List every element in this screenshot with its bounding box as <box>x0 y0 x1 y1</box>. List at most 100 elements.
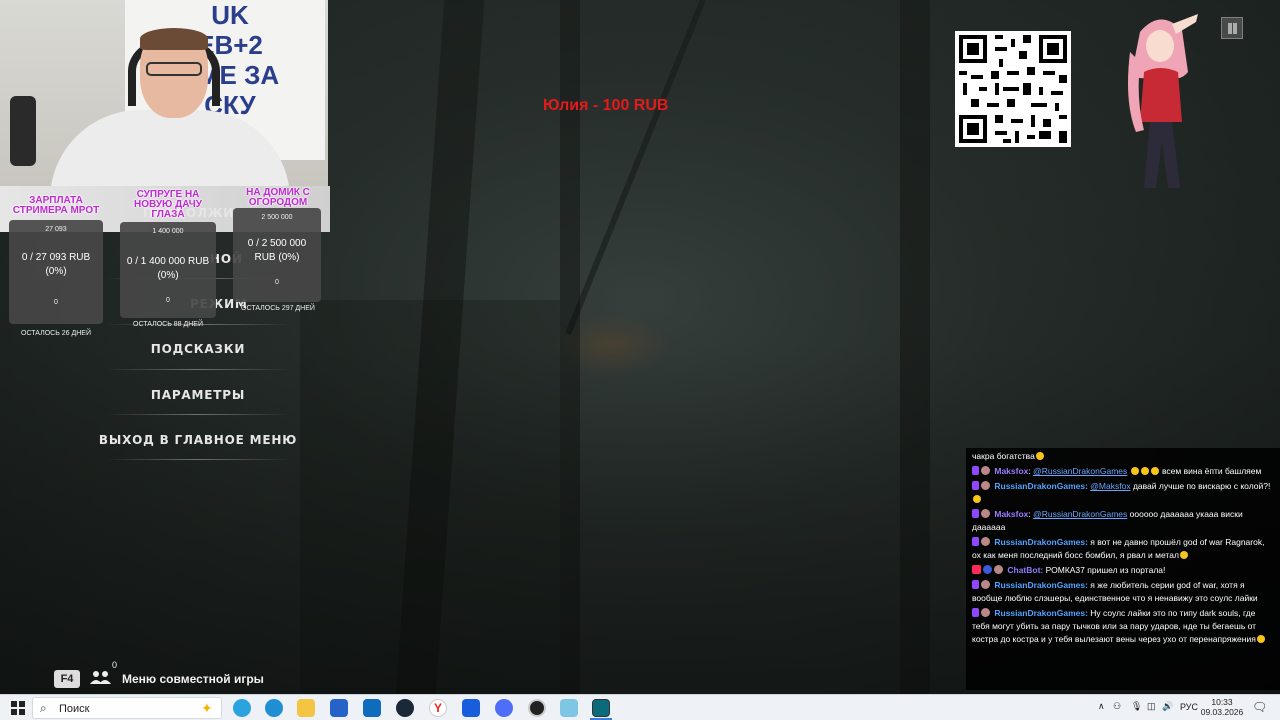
chat-message: RussianDrakonGames: я вот не давно прошё… <box>972 536 1274 562</box>
emoji-icon <box>1179 551 1188 559</box>
twitch-icon <box>972 580 979 589</box>
emoji-icon <box>1140 467 1149 475</box>
goal-current: 0 <box>275 279 279 286</box>
streamer-hair <box>140 28 208 50</box>
goal-remaining: ОСТАЛОСЬ 26 ДНЕЙ <box>21 330 91 337</box>
goal-target: 2 500 000 <box>261 214 293 221</box>
network-icon[interactable]: ◫ <box>1147 701 1156 712</box>
chat-message-text: РОМКА37 пришел из портала! <box>1045 565 1166 575</box>
chat-message: Maksfox: @RussianDrakonGames оооооо дааа… <box>972 509 1243 532</box>
goal-remaining: ОСТАЛОСЬ 88 ДНЕЙ <box>133 321 203 328</box>
f4-key-icon: F4 <box>54 670 80 688</box>
chat-username[interactable]: RussianDrakonGames: <box>994 608 1088 618</box>
chat-mention[interactable]: @RussianDrakonGames <box>1033 466 1127 476</box>
avatar-icon <box>994 565 1003 574</box>
emoji-icon <box>1035 452 1044 460</box>
bitwarden-icon[interactable] <box>462 699 480 717</box>
clock-time[interactable]: 10:33 <box>1200 697 1244 707</box>
goal-card: 1 400 000 0 / 1 400 000 RUB (0%) 0 <box>120 222 216 318</box>
outlook-icon[interactable] <box>363 699 381 717</box>
mic-icon[interactable]: 🎙 <box>1131 701 1142 712</box>
emoji-icon <box>1256 635 1265 643</box>
donation-alert: Юлия - 100 RUB <box>543 97 669 114</box>
avatar-icon <box>981 509 990 518</box>
goal-target: 27 093 <box>45 226 67 233</box>
chat-username[interactable]: ChatBot: <box>1007 565 1043 575</box>
chat-message: Maksfox: @RussianDrakonGames всем вина ё… <box>972 465 1274 478</box>
chat-mention[interactable]: @RussianDrakonGames <box>1033 509 1127 519</box>
goal-title: ЗАРПЛАТА СТРИМЕРА МРОТ <box>12 195 100 216</box>
twitch-icon <box>972 537 979 546</box>
chat-message-text: всем вина ёпти башляем <box>1162 466 1262 476</box>
anime-character-overlay <box>1110 12 1210 190</box>
notifications-icon[interactable]: 🗨 <box>1252 700 1267 714</box>
chat-app-icon[interactable] <box>495 699 513 717</box>
microphone <box>10 96 36 166</box>
windows-taskbar: ⌕ Поиск ✦ Y ∧ ⚇ 🎙 ◫ 🔊 РУС 10:33 09.03.20… <box>0 694 1280 720</box>
chat-username[interactable]: RussianDrakonGames: <box>994 537 1088 547</box>
taskbar-search-input[interactable]: ⌕ Поиск ✦ <box>32 697 222 719</box>
chat-message: чакра богатства <box>972 450 1274 463</box>
coop-menu-label: Меню совместной игры <box>122 672 264 686</box>
volume-icon[interactable]: 🔊 <box>1162 701 1173 712</box>
edge-icon[interactable] <box>265 699 283 717</box>
people-icon <box>90 670 114 686</box>
goal-progress: 0 / 27 093 RUB (0%) <box>21 252 91 277</box>
goal-current: 0 <box>166 297 170 304</box>
chat-mention[interactable]: @Maksfox <box>1090 481 1130 491</box>
goal-card: 2 500 000 0 / 2 500 000 RUB (0%) 0 <box>233 208 321 302</box>
file-explorer-icon[interactable] <box>297 699 315 717</box>
chat-username[interactable]: Maksfox <box>994 466 1028 476</box>
twitch-icon <box>972 481 979 490</box>
tray-people-icon[interactable]: ⚇ <box>1113 701 1121 712</box>
bot-icon <box>983 565 992 574</box>
chat-message: ChatBot: РОМКА37 пришел из портала! <box>972 564 1274 577</box>
emoji-icon <box>1130 467 1139 475</box>
webcam-feed: UK ЕВ+2 РМЕ ЗА СКУ АТ <box>0 0 328 186</box>
pause-icon[interactable] <box>1221 17 1243 39</box>
youtube-icon <box>972 565 981 574</box>
app-icon[interactable] <box>560 699 578 717</box>
chat-username[interactable]: RussianDrakonGames: <box>994 481 1088 491</box>
goal-remaining: ОСТАЛОСЬ 297 ДНЕЙ <box>241 305 315 312</box>
chat-username[interactable]: RussianDrakonGames: <box>994 580 1088 590</box>
goal-current: 0 <box>54 299 58 306</box>
avatar-icon <box>981 580 990 589</box>
windows-start-icon[interactable] <box>9 699 27 717</box>
language-indicator[interactable]: РУС <box>1180 702 1198 712</box>
twitch-icon <box>972 466 979 475</box>
yandex-icon[interactable]: Y <box>429 699 447 717</box>
chat-message: RussianDrakonGames: я же любитель серии … <box>972 579 1274 605</box>
avatar-icon <box>981 537 990 546</box>
avatar-icon <box>981 608 990 617</box>
goal-card: 27 093 0 / 27 093 RUB (0%) 0 <box>9 220 103 324</box>
search-icon: ⌕ <box>40 701 47 715</box>
tray-chevron-icon[interactable]: ∧ <box>1098 701 1105 712</box>
clock-date[interactable]: 09.03.2026 <box>1200 707 1244 717</box>
goal-progress: 0 / 2 500 000 RUB (0%) <box>247 238 307 263</box>
menu-exit-main[interactable]: ВЫХОД В ГЛАВНОЕ МЕНЮ <box>90 433 306 447</box>
goal-progress: 0 / 1 400 000 RUB (0%) <box>126 256 210 281</box>
telegram-icon[interactable] <box>233 699 251 717</box>
store-icon[interactable] <box>330 699 348 717</box>
search-highlight-icon: ✦ <box>201 700 213 716</box>
qr-code <box>955 31 1071 147</box>
chat-panel: чакра богатства Maksfox: @RussianDrakonG… <box>966 448 1280 690</box>
goal-title: НА ДОМИК С ОГОРОДОМ <box>246 187 310 208</box>
chat-message: RussianDrakonGames: Ну соулс лайки это п… <box>972 607 1274 646</box>
chat-username[interactable]: Maksfox <box>994 509 1028 519</box>
twitch-icon <box>972 509 979 518</box>
game-icon[interactable] <box>592 699 610 717</box>
chat-message-text: чакра богатства <box>972 451 1035 461</box>
menu-hints[interactable]: ПОДСКАЗКИ <box>110 342 286 356</box>
steam-icon[interactable] <box>396 699 414 717</box>
glasses <box>146 62 202 76</box>
emoji-icon <box>1150 467 1159 475</box>
avatar-icon <box>981 481 990 490</box>
menu-settings[interactable]: ПАРАМЕТРЫ <box>110 388 286 402</box>
search-placeholder: Поиск <box>59 703 90 715</box>
goal-title: СУПРУГЕ НА НОВУЮ ДАЧУ ГЛАЗА <box>134 189 202 220</box>
coop-count: 0 <box>112 660 118 670</box>
twitch-icon <box>972 608 979 617</box>
obs-icon[interactable] <box>528 699 546 717</box>
